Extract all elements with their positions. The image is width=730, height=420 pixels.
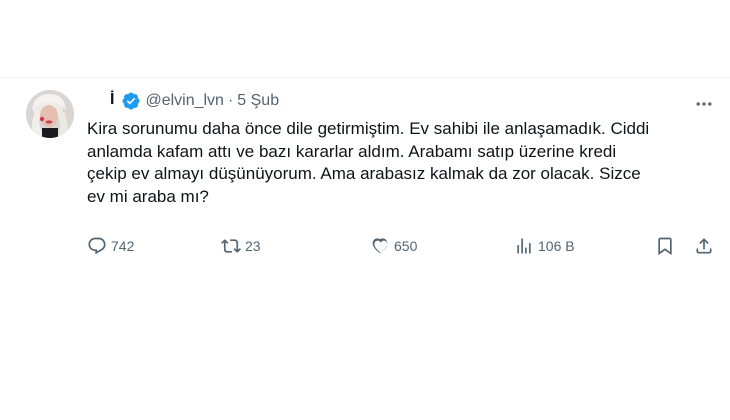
bookmark-button[interactable] (655, 236, 679, 256)
reply-bubble-icon (88, 237, 106, 255)
views-bar-chart-icon (517, 238, 531, 254)
tweet-actions: 742 23 650 106 B (87, 236, 717, 258)
retweet-count: 23 (245, 238, 261, 254)
like-count: 650 (394, 238, 418, 254)
separator-dot: · (227, 92, 234, 109)
bookmark-icon (658, 237, 672, 256)
views-button[interactable]: 106 B (514, 236, 575, 256)
user-handle[interactable]: @elvin_lvn (145, 92, 224, 110)
tweet-text: Kira sorunumu daha önce dile getirmiştim… (87, 119, 650, 206)
heart-icon (372, 238, 388, 253)
share-upload-icon (696, 238, 712, 254)
avatar[interactable] (26, 90, 74, 138)
retweet-icon (221, 239, 241, 253)
verified-badge-icon (122, 92, 140, 110)
display-name[interactable]: İ (110, 91, 114, 109)
like-button[interactable]: 650 (370, 236, 417, 256)
tweet-header: İ @elvin_lvn · 5 Şub (110, 90, 279, 112)
reply-button[interactable]: 742 (87, 236, 134, 256)
views-count: 106 B (538, 238, 575, 254)
more-dots-icon[interactable] (694, 94, 714, 114)
share-button[interactable] (694, 236, 718, 256)
tweet-date[interactable]: 5 Şub (237, 92, 279, 110)
retweet-button[interactable]: 23 (221, 236, 261, 256)
tweet-card[interactable]: İ @elvin_lvn · 5 Şub Kira sorunumu daha … (0, 78, 730, 278)
reply-count: 742 (111, 238, 135, 254)
